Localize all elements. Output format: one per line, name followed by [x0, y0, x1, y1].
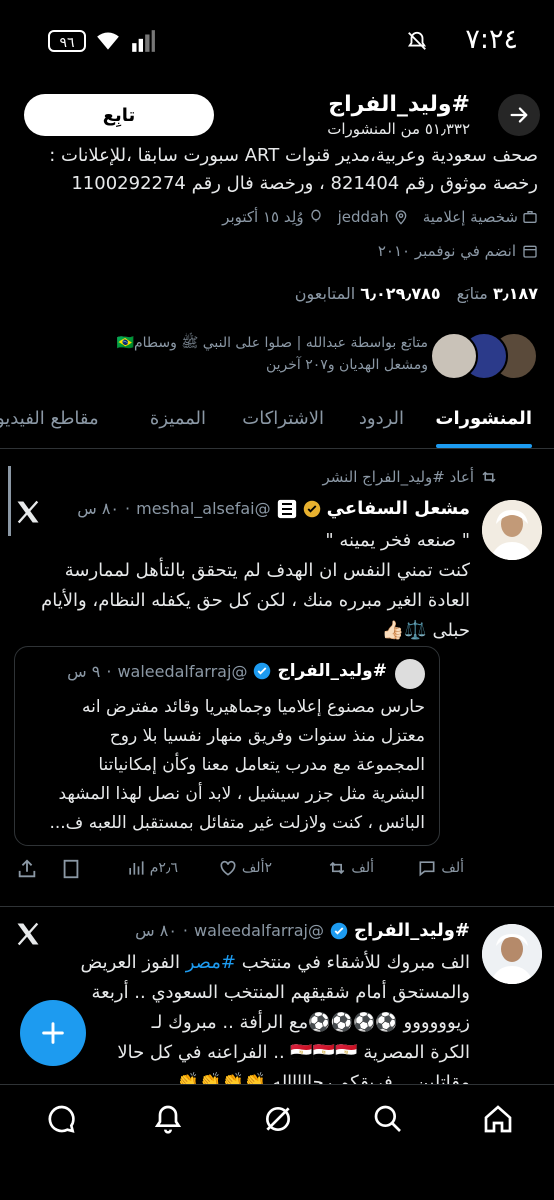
- post-time: ٨٠ س: [135, 921, 177, 940]
- quoted-post[interactable]: #وليد_الفراج @waleedalfarraj · ٩ س حارس …: [14, 646, 440, 846]
- hashtag-link[interactable]: #مصر: [186, 952, 236, 973]
- signal-icon: [132, 30, 155, 52]
- posts-count: ٥١٫٣٣٢ من المنشورات: [327, 120, 470, 138]
- affiliate-badge-icon: [277, 499, 296, 518]
- arrow-right-icon: [510, 107, 528, 123]
- quote-text: حارس مصنوع إعلاميا وجماهيريا وقائد مفترض…: [49, 697, 425, 833]
- like-button[interactable]: ٢ألف: [218, 858, 272, 878]
- profile-meta: شخصية إعلامية jeddah وُلِد ١٥ أكتوبر: [222, 204, 538, 230]
- followed-by-text[interactable]: متابَع بواسطة عبدالله | صلوا على النبي ﷺ…: [18, 332, 428, 376]
- post-header: مشعل السفاعي @meshal_alsefai · ٨٠ س: [77, 498, 470, 519]
- follow-counts: ٣٫١٨٧ متابَع ٦٫٠٢٩٫٧٨٥ المتابعون: [295, 284, 538, 303]
- status-time: ٧:٢٤: [465, 24, 518, 55]
- briefcase-icon: [523, 211, 537, 223]
- avatar: [430, 332, 478, 380]
- repost-icon: [330, 861, 345, 875]
- following-link[interactable]: ٣٫١٨٧ متابَع: [457, 284, 538, 303]
- post[interactable]: أعاد #وليد_الفراج النشر مشعل السفاعي @me…: [0, 458, 554, 892]
- location-item: jeddah: [338, 208, 409, 226]
- balloon-icon: [310, 209, 321, 222]
- location-label: jeddah: [337, 208, 389, 226]
- tab-highlights[interactable]: المميزة: [150, 408, 206, 429]
- post[interactable]: #وليد_الفراج @waleedalfarraj · ٨٠ س الف …: [0, 912, 554, 1093]
- author-handle: @waleedalfarraj: [194, 921, 324, 940]
- post-header: #وليد_الفراج @waleedalfarraj · ٨٠ س: [135, 920, 470, 941]
- reply-button[interactable]: ألف: [417, 858, 464, 878]
- tab-replies[interactable]: الردود: [359, 408, 404, 429]
- joined-row: انضم في نوفمبر ٢٠١٠: [378, 242, 538, 260]
- x-logo-icon: [17, 500, 39, 524]
- profile-name-header: #وليد_الفراج: [328, 92, 470, 117]
- wifi-icon: [97, 32, 119, 50]
- post-time: ٨٠ س: [77, 499, 120, 518]
- active-tab-indicator: [436, 444, 532, 448]
- plus-icon: [42, 1022, 64, 1044]
- joined-label: انضم في نوفمبر ٢٠١٠: [377, 242, 516, 260]
- birthday-item: وُلِد ١٥ أكتوبر: [222, 208, 323, 226]
- home-icon[interactable]: [482, 1103, 514, 1135]
- messages-icon[interactable]: [46, 1103, 78, 1135]
- divider: [0, 906, 554, 907]
- battery-icon: ٩٦: [48, 30, 86, 52]
- profile-tabs: المنشورات الردود الاشتراكات المميزة مقاط…: [0, 398, 554, 449]
- share-icon[interactable]: [16, 858, 38, 880]
- category-item: شخصية إعلامية: [423, 208, 538, 226]
- followers-link[interactable]: ٦٫٠٢٩٫٧٨٥ المتابعون: [295, 284, 441, 303]
- views-icon: [129, 861, 144, 875]
- person-avatar-icon: [482, 924, 542, 984]
- bell-muted-icon: [407, 31, 427, 50]
- tab-posts[interactable]: المنشورات: [435, 408, 532, 429]
- bio-line: رخصة موثوق رقم 821404 ، ورخصة فال رقم 11…: [71, 173, 538, 194]
- bookmark-icon[interactable]: [60, 858, 82, 880]
- search-icon[interactable]: [372, 1103, 404, 1135]
- avatar[interactable]: [482, 924, 542, 984]
- verified-gold-icon: [303, 500, 320, 517]
- location-pin-icon: [395, 210, 407, 225]
- grok-icon[interactable]: [262, 1103, 294, 1135]
- followed-by-avatars[interactable]: [430, 332, 538, 380]
- verified-blue-icon: [330, 922, 348, 939]
- back-button[interactable]: [498, 94, 540, 136]
- notifications-icon[interactable]: [152, 1103, 184, 1135]
- profile-bio: صحف سعودية وعربية،مدير قنوات ART سبورت س…: [8, 142, 538, 198]
- gesture-bar: [0, 1150, 554, 1200]
- author-handle: @meshal_alsefai: [136, 499, 271, 518]
- repost-icon: [482, 471, 496, 483]
- heart-icon: [220, 860, 236, 876]
- quote-header: #وليد_الفراج @waleedalfarraj · ٩ س: [67, 661, 387, 681]
- repost-button[interactable]: ألف: [327, 858, 374, 878]
- bottom-nav: [0, 1084, 554, 1151]
- birthday-label: وُلِد ١٥ أكتوبر: [222, 208, 304, 226]
- avatar[interactable]: [482, 500, 542, 560]
- tab-videos[interactable]: مقاطع الفيديو: [0, 408, 99, 429]
- post-text: " صنعه فخر يمينه " كنت تمني النفس ان اله…: [41, 530, 470, 641]
- repost-line: أعاد #وليد_الفراج النشر: [322, 468, 498, 486]
- author-name[interactable]: مشعل السفاعي: [327, 498, 470, 519]
- follow-button[interactable]: تابِع: [24, 94, 214, 136]
- compose-button[interactable]: [20, 1000, 86, 1066]
- x-logo-icon: [17, 922, 39, 946]
- verified-blue-icon: [254, 662, 271, 680]
- calendar-icon: [523, 245, 537, 258]
- category-label: شخصية إعلامية: [422, 208, 518, 226]
- post-actions: ألف ألف ٢ألف ٢٫٦م: [0, 858, 554, 892]
- reply-icon: [419, 861, 435, 877]
- avatar: [395, 659, 425, 689]
- person-avatar-icon: [482, 500, 542, 560]
- tab-subscriptions[interactable]: الاشتراكات: [242, 408, 324, 429]
- status-bar: ٧:٢٤ ٩٦: [0, 0, 554, 88]
- author-name[interactable]: #وليد_الفراج: [354, 920, 470, 941]
- bio-line: صحف سعودية وعربية،مدير قنوات ART سبورت س…: [49, 145, 538, 166]
- views-button[interactable]: ٢٫٦م: [126, 858, 178, 878]
